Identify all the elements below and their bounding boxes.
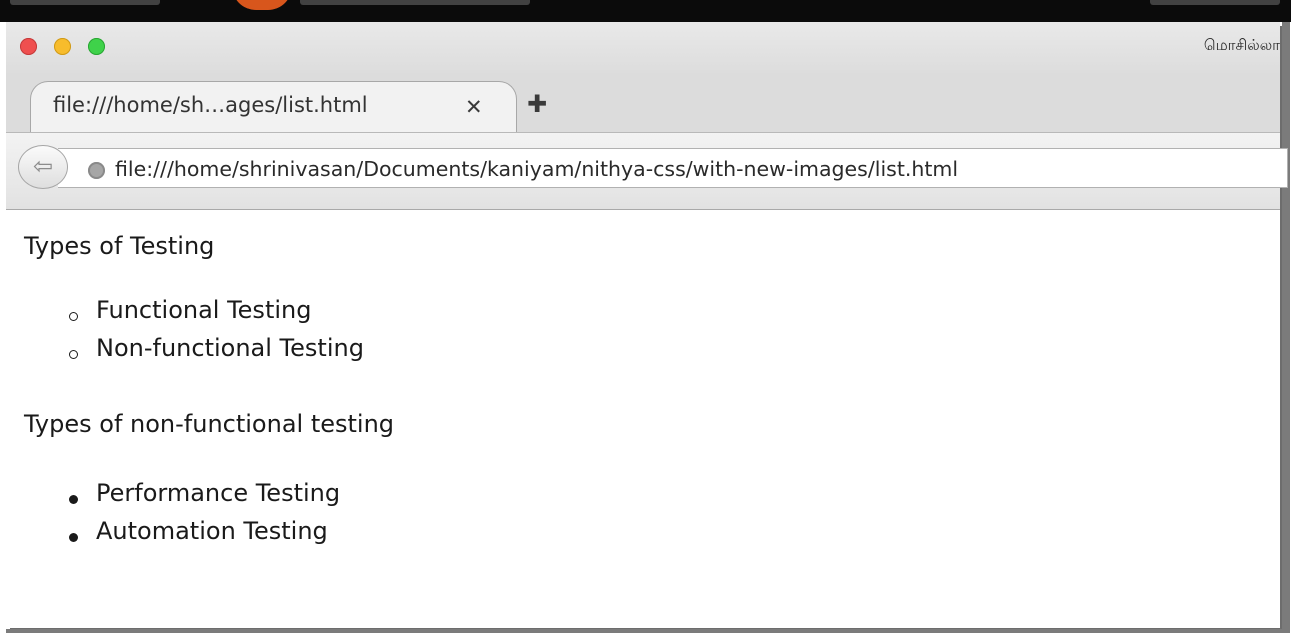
window-minimize-button[interactable] [54, 38, 71, 55]
circle-bullet-icon [69, 350, 78, 359]
back-button[interactable]: ⇦ [18, 145, 68, 189]
list-item: Functional Testing [96, 296, 312, 324]
url-bar[interactable]: file:///home/shrinivasan/Documents/kaniy… [58, 148, 1288, 188]
section-heading: Types of non-functional testing [24, 410, 395, 438]
desktop-top-bar [0, 0, 1291, 22]
screen: மொசில்லா file:///home/sh…ages/list.html … [0, 0, 1291, 633]
tab-strip: file:///home/sh…ages/list.html ✕ ✚ [6, 76, 1280, 133]
disc-bullet-icon [69, 495, 78, 504]
desktop-label [10, 0, 160, 5]
navigation-bar: file:///home/shrinivasan/Documents/kaniy… [6, 133, 1288, 210]
window-close-button[interactable] [20, 38, 37, 55]
title-bar: மொசில்லா [6, 22, 1280, 76]
globe-icon [88, 162, 105, 179]
url-text[interactable]: file:///home/shrinivasan/Documents/kaniy… [115, 157, 958, 181]
back-arrow-icon: ⇦ [32, 152, 54, 180]
tab-title: file:///home/sh…ages/list.html [53, 93, 368, 117]
close-icon[interactable]: ✕ [465, 95, 483, 119]
firefox-logo-icon [232, 0, 292, 10]
section-heading: Types of Testing [24, 232, 215, 260]
circle-bullet-icon [69, 312, 78, 321]
list-item: Non-functional Testing [96, 334, 364, 362]
page-content: Types of Testing Functional Testing Non-… [6, 210, 1280, 628]
browser-window: மொசில்லா file:///home/sh…ages/list.html … [6, 22, 1290, 633]
disc-bullet-icon [69, 533, 78, 542]
window-title: மொசில்லா [1203, 36, 1280, 54]
plus-icon[interactable]: ✚ [527, 90, 547, 118]
desktop-label [300, 0, 530, 5]
window-maximize-button[interactable] [88, 38, 105, 55]
list-item: Performance Testing [96, 479, 341, 507]
list-item: Automation Testing [96, 517, 328, 545]
desktop-label [1150, 0, 1280, 5]
tab-list-html[interactable]: file:///home/sh…ages/list.html ✕ [30, 81, 517, 132]
